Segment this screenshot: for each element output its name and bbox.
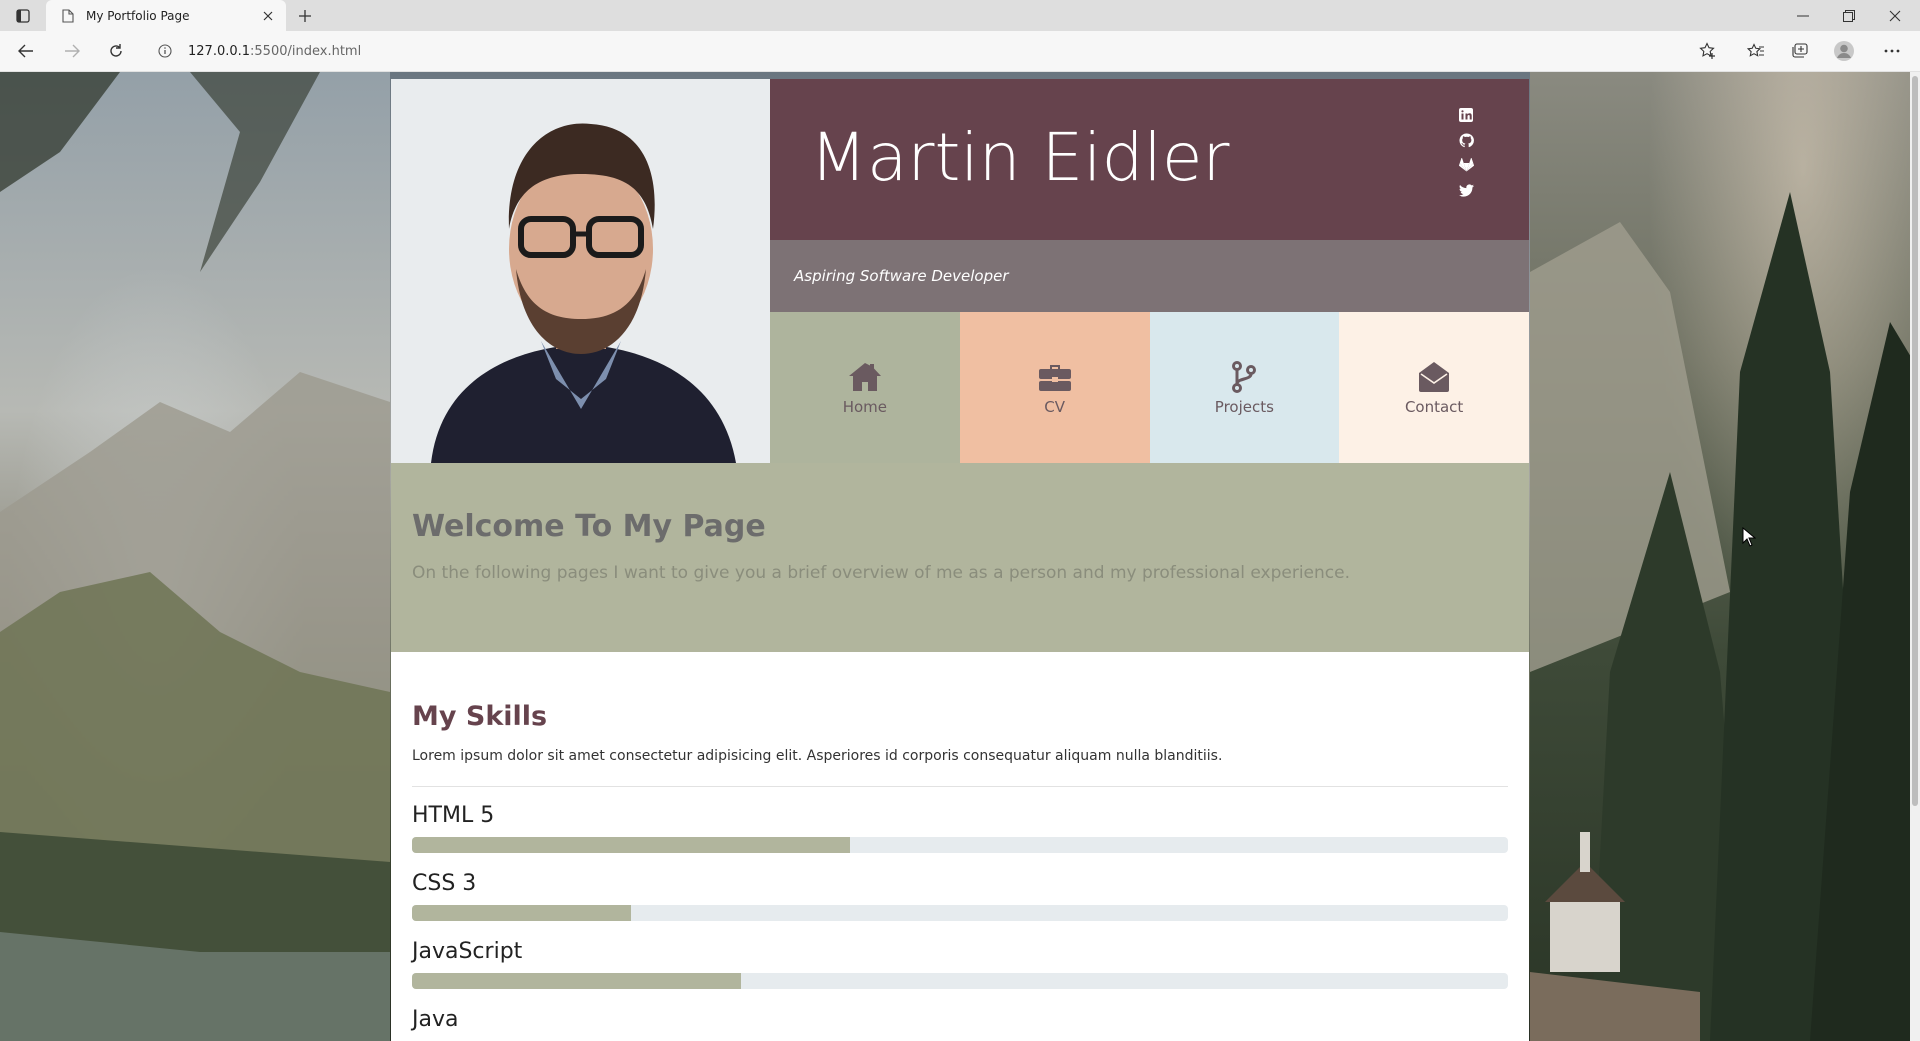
browser-tab[interactable]: My Portfolio Page	[46, 0, 286, 31]
skill-item: Java	[412, 1006, 1508, 1034]
info-icon[interactable]	[156, 42, 174, 60]
reload-icon[interactable]	[104, 40, 128, 62]
document-icon	[60, 8, 76, 24]
landscape-illustration-left	[0, 72, 390, 1041]
social-links	[1458, 107, 1478, 198]
profile-name: Martin Eidler	[810, 119, 1230, 196]
tab-strip: My Portfolio Page	[0, 0, 1920, 31]
skill-name: CSS 3	[412, 871, 477, 896]
browser-toolbar: 127.0.0.1:5500/index.html	[0, 31, 1920, 72]
main-nav: Home CV Projects Contact	[770, 312, 1529, 463]
nav-label-projects: Projects	[1214, 397, 1274, 416]
back-icon[interactable]	[14, 40, 38, 62]
linkedin-icon[interactable]	[1458, 107, 1474, 123]
skill-name: Java	[412, 1007, 459, 1032]
profile-subtitle: Aspiring Software Developer	[794, 267, 1009, 285]
page-viewport: Martin Eidler Aspiring Software Develope…	[0, 72, 1920, 1041]
code-branch-icon	[1226, 360, 1262, 394]
add-favorite-icon[interactable]	[1696, 40, 1720, 62]
nav-label-cv: CV	[1044, 397, 1065, 416]
twitter-icon[interactable]	[1458, 182, 1474, 198]
skills-section: My Skills Lorem ipsum dolor sit amet con…	[391, 652, 1529, 1041]
mouse-cursor-icon	[1742, 527, 1756, 547]
skill-progress-fill	[412, 905, 632, 921]
collections-icon[interactable]	[1788, 40, 1812, 62]
home-icon	[847, 360, 883, 394]
nav-label-home: Home	[842, 397, 888, 416]
scrollbar-thumb[interactable]	[1912, 76, 1918, 806]
skill-progress-bar	[412, 973, 1508, 989]
welcome-text: On the following pages I want to give yo…	[412, 563, 1351, 583]
briefcase-icon	[1037, 360, 1073, 394]
background-landscape-left	[0, 72, 390, 1041]
skills-title: My Skills	[412, 701, 548, 732]
skills-text: Lorem ipsum dolor sit amet consectetur a…	[412, 748, 1223, 764]
welcome-section: Welcome To My Page On the following page…	[391, 463, 1529, 652]
minimize-icon[interactable]	[1780, 0, 1826, 31]
profile-photo	[391, 79, 770, 463]
more-options-icon[interactable]	[1880, 40, 1904, 62]
favorites-icon[interactable]	[1744, 40, 1768, 62]
new-tab-icon[interactable]	[294, 5, 316, 27]
background-landscape-right	[1530, 72, 1920, 1041]
landscape-illustration-right	[1530, 192, 1920, 1041]
skill-item: JavaScript	[412, 938, 1508, 989]
skill-progress-bar	[412, 905, 1508, 921]
close-tab-icon[interactable]	[260, 8, 276, 24]
nav-item-home[interactable]: Home	[770, 312, 960, 463]
skill-progress-fill	[412, 973, 741, 989]
gitlab-icon[interactable]	[1458, 157, 1474, 173]
skill-item: HTML 5	[412, 802, 1508, 853]
forward-icon[interactable]	[60, 40, 84, 62]
welcome-title: Welcome To My Page	[412, 509, 766, 544]
header-subtitle-panel: Aspiring Software Developer	[770, 240, 1529, 312]
nav-item-contact[interactable]: Contact	[1339, 312, 1529, 463]
portrait-image	[391, 79, 770, 463]
restore-icon[interactable]	[1826, 0, 1872, 31]
skill-name: HTML 5	[412, 803, 495, 828]
address-bar[interactable]: 127.0.0.1:5500/index.html	[146, 36, 1726, 66]
profile-avatar-icon[interactable]	[1832, 40, 1856, 62]
skill-progress-bar	[412, 837, 1508, 853]
header-name-panel: Martin Eidler	[770, 79, 1529, 240]
tab-actions-icon[interactable]	[12, 6, 34, 26]
nav-item-cv[interactable]: CV	[959, 312, 1150, 463]
github-icon[interactable]	[1458, 132, 1474, 148]
url-text: 127.0.0.1:5500/index.html	[188, 43, 362, 59]
skill-progress-fill	[412, 837, 851, 853]
envelope-open-icon	[1416, 360, 1452, 394]
nav-label-contact: Contact	[1404, 397, 1464, 416]
skill-item: CSS 3	[412, 870, 1508, 921]
portfolio-card: Martin Eidler Aspiring Software Develope…	[391, 79, 1529, 1041]
divider	[412, 786, 1508, 787]
tab-title: My Portfolio Page	[86, 8, 190, 23]
close-window-icon[interactable]	[1872, 0, 1918, 31]
nav-item-projects[interactable]: Projects	[1149, 312, 1340, 463]
page-scrollbar[interactable]	[1910, 72, 1920, 1041]
skill-name: JavaScript	[412, 939, 523, 964]
